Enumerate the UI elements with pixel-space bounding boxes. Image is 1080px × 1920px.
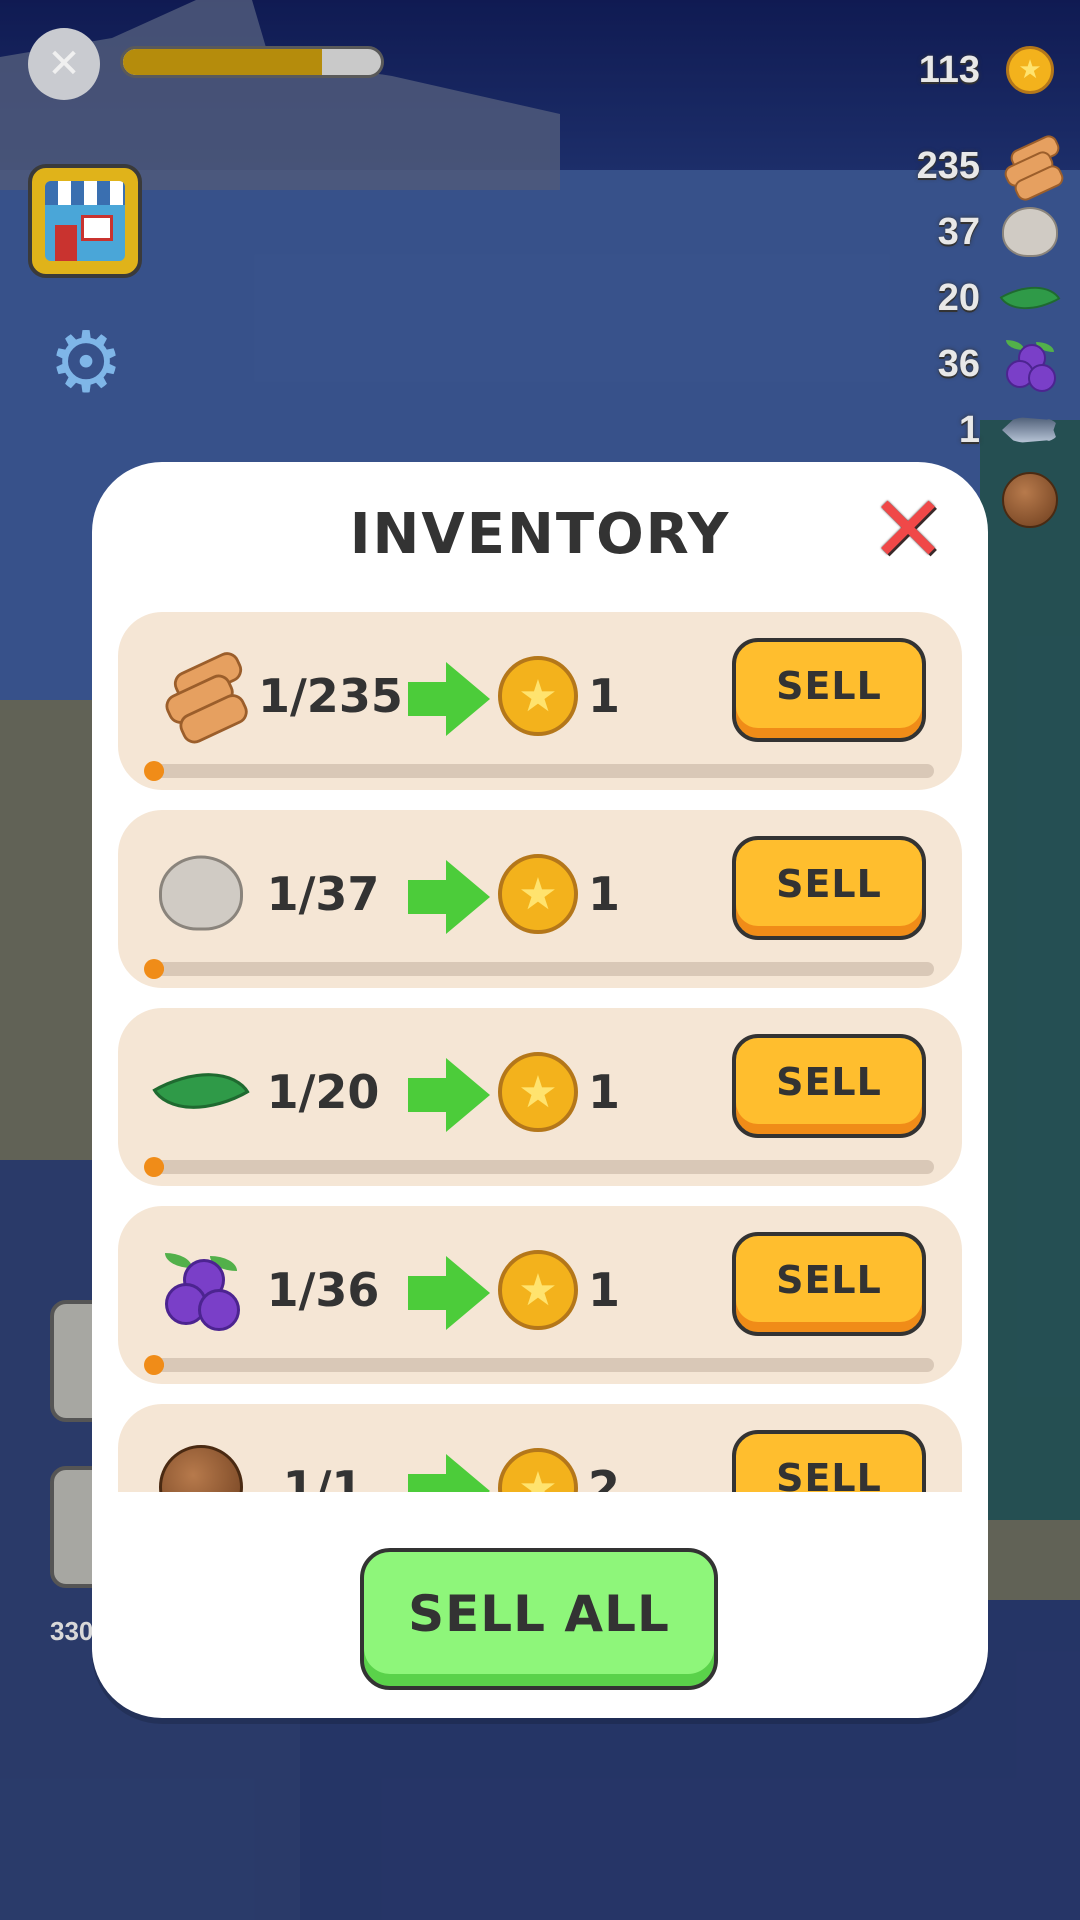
inventory-row-stone: 1/37 ★ 1 SELL <box>118 810 962 988</box>
slider-handle[interactable] <box>144 959 164 979</box>
coin-icon: ★ <box>498 656 578 736</box>
item-price: 1 <box>588 669 621 723</box>
coconut-icon <box>159 1445 243 1492</box>
stone-icon <box>159 855 243 931</box>
inventory-row-leaf: 1/20 ★ 1 SELL <box>118 1008 962 1186</box>
arrow-right-icon <box>408 1454 492 1492</box>
resource-counter-fish: 1 <box>959 400 1060 460</box>
shop-icon <box>45 181 125 261</box>
sell-button[interactable]: SELL <box>732 638 926 742</box>
fish-icon <box>1002 417 1058 443</box>
sell-amount-slider[interactable] <box>144 1157 934 1177</box>
item-amount: 1/235 <box>258 669 403 723</box>
stone-count: 37 <box>937 210 980 253</box>
sell-button[interactable]: SELL <box>732 1430 926 1492</box>
coconut-icon <box>1002 472 1058 528</box>
stone-icon <box>1002 207 1058 257</box>
sell-amount-slider[interactable] <box>144 761 934 781</box>
arrow-right-icon <box>408 1058 492 1132</box>
item-amount: 1/20 <box>266 1065 380 1119</box>
side-count-label: 330 <box>50 1616 94 1646</box>
sell-amount-slider[interactable] <box>144 1355 934 1375</box>
logs-icon <box>159 648 252 748</box>
fish-count: 1 <box>958 408 980 451</box>
inventory-row-berries: 1/36 ★ 1 SELL <box>118 1206 962 1384</box>
inventory-dialog: INVENTORY ✕ 1/235 ★ 1 SELL 1/37 ★ 1 SELL… <box>92 462 988 1718</box>
leaf-icon <box>999 271 1061 325</box>
item-amount: 1/36 <box>266 1263 380 1317</box>
close-icon[interactable]: ✕ <box>869 484 946 576</box>
item-amount: 1/1 <box>282 1461 364 1492</box>
inventory-list[interactable]: 1/235 ★ 1 SELL 1/37 ★ 1 SELL 1/20 ★ 1 SE… <box>118 612 962 1492</box>
slider-handle[interactable] <box>144 1355 164 1375</box>
leaf-icon <box>152 1048 250 1134</box>
resource-counter-leaf: 20 <box>937 268 1061 328</box>
coin-counter: 113 ★ <box>919 40 1060 100</box>
arrow-right-icon <box>408 860 492 934</box>
resource-counter-coconut <box>1000 470 1060 530</box>
item-price: 1 <box>588 867 621 921</box>
arrow-right-icon <box>408 1256 492 1330</box>
coin-icon: ★ <box>498 1448 578 1492</box>
sell-button[interactable]: SELL <box>732 1232 926 1336</box>
sell-all-button[interactable]: SELL ALL <box>360 1548 718 1690</box>
logs-count: 235 <box>916 144 980 187</box>
coin-icon: ★ <box>498 1052 578 1132</box>
inventory-title: INVENTORY <box>349 502 731 567</box>
leaf-count: 20 <box>937 276 980 319</box>
inventory-row-logs: 1/235 ★ 1 SELL <box>118 612 962 790</box>
hunger-bar <box>120 46 384 78</box>
settings-gear-icon[interactable]: ⚙ <box>44 320 128 404</box>
arrow-right-icon <box>408 662 492 736</box>
logs-icon <box>1000 132 1067 204</box>
item-price: 1 <box>588 1263 621 1317</box>
hunger-bar-fill <box>123 49 322 75</box>
coin-count: 113 <box>918 48 980 91</box>
slider-handle[interactable] <box>144 761 164 781</box>
resource-counter-logs: 235 <box>916 132 1067 204</box>
inventory-row-coconut: 1/1 ★ 2 SELL <box>118 1404 962 1492</box>
sell-button[interactable]: SELL <box>732 1034 926 1138</box>
item-amount: 1/37 <box>266 867 380 921</box>
item-price: 2 <box>588 1461 621 1492</box>
item-price: 1 <box>588 1065 621 1119</box>
coin-icon: ★ <box>1006 46 1054 94</box>
berries-count: 36 <box>937 342 980 385</box>
shop-button[interactable] <box>28 164 142 278</box>
slider-handle[interactable] <box>144 1157 164 1177</box>
sell-amount-slider[interactable] <box>144 959 934 979</box>
resource-counter-stone: 37 <box>938 202 1060 262</box>
coin-icon: ★ <box>498 1250 578 1330</box>
resource-counter-berries: 36 <box>938 334 1060 394</box>
berries-icon <box>159 1247 243 1331</box>
sell-button[interactable]: SELL <box>732 836 926 940</box>
coin-icon: ★ <box>498 854 578 934</box>
food-icon: ✕ <box>28 28 100 100</box>
berries-icon <box>1002 336 1058 392</box>
